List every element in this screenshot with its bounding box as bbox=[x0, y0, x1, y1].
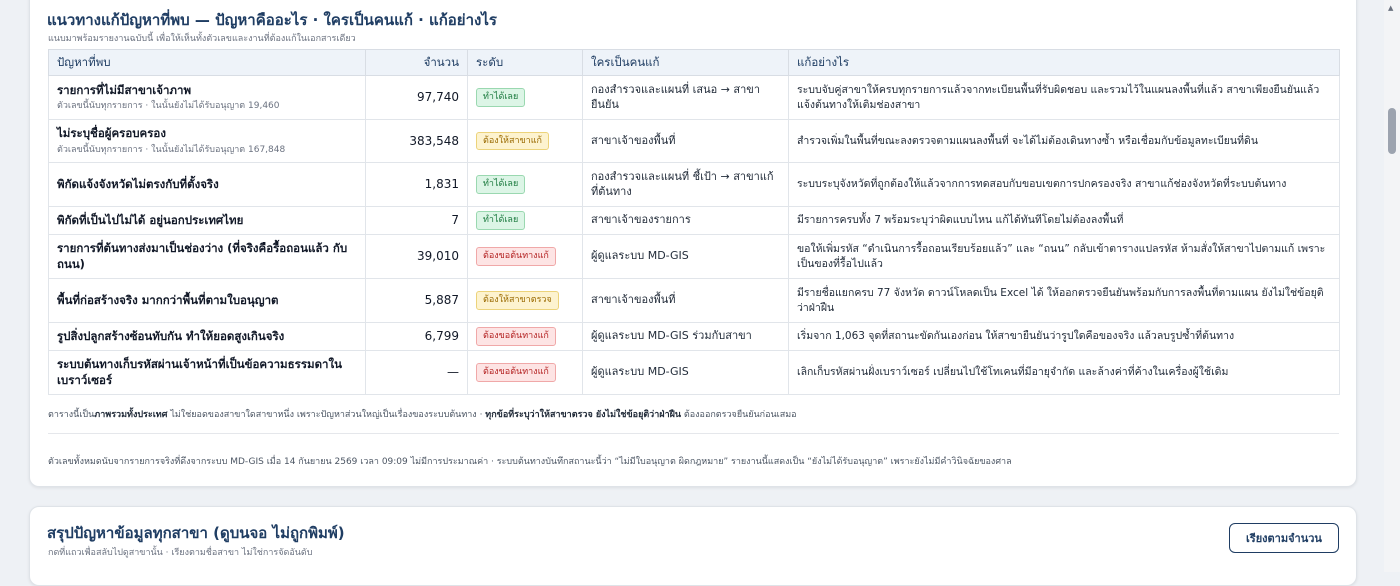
col-header-problem: ปัญหาที่พบ bbox=[48, 49, 366, 76]
problem-name: พิกัดแจ้งจังหวัดไม่ตรงกับที่ตั้งจริง bbox=[57, 176, 219, 191]
action-cell: ขอให้เพิ่มรหัส “ดำเนินการรื้อถอนเรียบร้อ… bbox=[788, 234, 1340, 279]
table-row: รายการที่ต้นทางส่งมาเป็นช่องว่าง (ที่จริ… bbox=[48, 234, 1340, 279]
problem-cell: รายการที่ต้นทางส่งมาเป็นช่องว่าง (ที่จริ… bbox=[48, 234, 366, 279]
action-cell: มีรายชื่อแยกครบ 77 จังหวัด ดาวน์โหลดเป็น… bbox=[788, 278, 1340, 323]
level-cell: ต้องให้สาขาตรวจ bbox=[467, 278, 583, 323]
problem-cell: พิกัดแจ้งจังหวัดไม่ตรงกับที่ตั้งจริง bbox=[48, 162, 366, 207]
problem-note: ตัวเลขนี้นับทุกรายการ · ในนั้นยังไม่ได้ร… bbox=[57, 144, 286, 155]
table-footnote: ตารางนี้เป็นภาพรวมทั้งประเทศ ไม่ใช่ยอดขอ… bbox=[48, 410, 797, 420]
action-cell: ระบบจับคู่สาขาให้ครบทุกรายการแล้วจากทะเบ… bbox=[788, 75, 1340, 120]
level-badge: ทำได้เลย bbox=[476, 88, 526, 107]
col-header-level: ระดับ bbox=[467, 49, 583, 76]
table-row: พื้นที่ก่อสร้างจริง มากกว่าพื้นที่ตามใบอ… bbox=[48, 278, 1340, 323]
page-scrollbar[interactable]: ▲ bbox=[1384, 0, 1400, 572]
problem-cell: ไม่ระบุชื่อผู้ครอบครองตัวเลขนี้นับทุกราย… bbox=[48, 119, 366, 163]
count-cell: 6,799 bbox=[365, 322, 468, 351]
col-header-who: ใครเป็นคนแก้ bbox=[582, 49, 789, 76]
problem-name: รูปสิ่งปลูกสร้างซ้อนทับกัน ทำให้ยอดสูงเก… bbox=[57, 328, 285, 343]
owner-cell: กองสำรวจและแผนที่ เสนอ → สาขายืนยัน bbox=[582, 75, 789, 120]
col-header-how: แก้อย่างไร bbox=[788, 49, 1340, 76]
sort-by-count-button[interactable]: เรียงตามจำนวน bbox=[1229, 523, 1339, 553]
action-cell: มีรายการครบทั้ง 7 พร้อมระบุว่าผิดแบบไหน … bbox=[788, 206, 1340, 235]
count-cell: 5,887 bbox=[365, 278, 468, 323]
source-note: ตัวเลขทั้งหมดนับจากรายการจริงที่ดึงจากระ… bbox=[48, 457, 1012, 467]
problem-name: ระบบต้นทางเก็บรหัสผ่านเจ้าหน้าที่เป็นข้อ… bbox=[57, 356, 342, 387]
level-badge: ต้องให้สาขาแก้ bbox=[476, 131, 549, 151]
count-cell: 39,010 bbox=[365, 234, 468, 279]
count-cell: — bbox=[365, 350, 468, 395]
scrollbar-thumb[interactable] bbox=[1388, 108, 1396, 154]
level-cell: ต้องขอต้นทางแก้ bbox=[467, 234, 583, 279]
count-cell: 383,548 bbox=[365, 119, 468, 163]
owner-cell: ผู้ดูแลระบบ MD-GIS bbox=[582, 350, 789, 395]
footnote-emphasis-verify: ทุกข้อที่ระบุว่าให้สาขาตรวจ ยังไม่ใช่ข้อ… bbox=[485, 410, 682, 420]
branch-summary-card: สรุปปัญหาข้อมูลทุกสาขา (ดูบนจอ ไม่ถูกพิม… bbox=[29, 506, 1357, 586]
table-row: พิกัดที่เป็นไปไม่ได้ อยู่นอกประเทศไทย 7 ทำ… bbox=[48, 206, 1340, 235]
owner-cell: สาขาเจ้าของรายการ bbox=[582, 206, 789, 235]
problem-cell: พื้นที่ก่อสร้างจริง มากกว่าพื้นที่ตามใบอ… bbox=[48, 278, 366, 323]
problem-name: รายการที่ต้นทางส่งมาเป็นช่องว่าง (ที่จริ… bbox=[57, 240, 348, 271]
problem-name: พิกัดที่เป็นไปไม่ได้ อยู่นอกประเทศไทย bbox=[57, 212, 244, 227]
level-badge: ทำได้เลย bbox=[476, 211, 526, 230]
problem-name: พื้นที่ก่อสร้างจริง มากกว่าพื้นที่ตามใบอ… bbox=[57, 292, 279, 307]
problem-name: ไม่ระบุชื่อผู้ครอบครอง bbox=[57, 126, 166, 141]
owner-cell: สาขาเจ้าของพื้นที่ bbox=[582, 278, 789, 323]
footnote-emphasis-scope: ภาพรวมทั้งประเทศ bbox=[94, 410, 168, 420]
level-cell: ต้องขอต้นทางแก้ bbox=[467, 350, 583, 395]
level-badge: ต้องขอต้นทางแก้ bbox=[476, 363, 556, 382]
level-cell: ต้องขอต้นทางแก้ bbox=[467, 322, 583, 351]
problem-cell: รูปสิ่งปลูกสร้างซ้อนทับกัน ทำให้ยอดสูงเก… bbox=[48, 322, 366, 351]
action-cell: ระบบระบุจังหวัดที่ถูกต้องให้แล้วจากการทด… bbox=[788, 162, 1340, 207]
level-cell: ต้องให้สาขาแก้ bbox=[467, 119, 583, 163]
table-header-row: ปัญหาที่พบ จำนวน ระดับ ใครเป็นคนแก้ แก้อ… bbox=[48, 49, 1340, 76]
level-badge: ต้องขอต้นทางแก้ bbox=[476, 327, 556, 346]
owner-cell: ผู้ดูแลระบบ MD-GIS bbox=[582, 234, 789, 279]
scroll-up-arrow-icon[interactable]: ▲ bbox=[1388, 4, 1393, 12]
problem-note: ตัวเลขนี้นับทุกรายการ · ในนั้นยังไม่ได้ร… bbox=[57, 101, 280, 112]
owner-cell: สาขาเจ้าของพื้นที่ bbox=[582, 119, 789, 163]
problem-name: รายการที่ไม่มีสาขาเจ้าภาพ bbox=[57, 82, 192, 97]
owner-cell: กองสำรวจและแผนที่ ชี้เป้า → สาขาแก้ที่ต้… bbox=[582, 162, 789, 207]
issues-table: ปัญหาที่พบ จำนวน ระดับ ใครเป็นคนแก้ แก้อ… bbox=[48, 49, 1340, 395]
section-subtitle: แนบมาพร้อมรายงานฉบับนี้ เพื่อให้เห็นทั้ง… bbox=[48, 34, 356, 44]
level-badge: ต้องให้สาขาตรวจ bbox=[476, 291, 559, 310]
table-row: ระบบต้นทางเก็บรหัสผ่านเจ้าหน้าที่เป็นข้อ… bbox=[48, 350, 1340, 395]
table-row: ไม่ระบุชื่อผู้ครอบครองตัวเลขนี้นับทุกราย… bbox=[48, 119, 1340, 163]
col-header-count: จำนวน bbox=[365, 49, 468, 76]
divider bbox=[48, 433, 1339, 434]
owner-cell: ผู้ดูแลระบบ MD-GIS ร่วมกับสาขา bbox=[582, 322, 789, 351]
section-title: แนวทางแก้ปัญหาที่พบ — ปัญหาคืออะไร · ใคร… bbox=[47, 11, 497, 29]
problem-cell: ระบบต้นทางเก็บรหัสผ่านเจ้าหน้าที่เป็นข้อ… bbox=[48, 350, 366, 395]
problem-cell: พิกัดที่เป็นไปไม่ได้ อยู่นอกประเทศไทย bbox=[48, 206, 366, 235]
action-cell: เริ่มจาก 1,063 จุดที่สถานะขัดกันเองก่อน … bbox=[788, 322, 1340, 351]
level-cell: ทำได้เลย bbox=[467, 162, 583, 207]
table-row: รายการที่ไม่มีสาขาเจ้าภาพตัวเลขนี้นับทุก… bbox=[48, 75, 1340, 120]
summary-subtitle: กดที่แถวเพื่อสลับไปดูสาขานั้น · เรียงตาม… bbox=[48, 548, 313, 558]
problem-cell: รายการที่ไม่มีสาขาเจ้าภาพตัวเลขนี้นับทุก… bbox=[48, 75, 366, 120]
count-cell: 97,740 bbox=[365, 75, 468, 120]
level-badge: ต้องขอต้นทางแก้ bbox=[476, 247, 556, 266]
table-row: รูปสิ่งปลูกสร้างซ้อนทับกัน ทำให้ยอดสูงเก… bbox=[48, 322, 1340, 351]
level-badge: ทำได้เลย bbox=[476, 175, 526, 194]
table-row: พิกัดแจ้งจังหวัดไม่ตรงกับที่ตั้งจริง 1,83… bbox=[48, 162, 1340, 207]
level-cell: ทำได้เลย bbox=[467, 206, 583, 235]
action-cell: เลิกเก็บรหัสผ่านฝั่งเบราว์เซอร์ เปลี่ยนไ… bbox=[788, 350, 1340, 395]
summary-title: สรุปปัญหาข้อมูลทุกสาขา (ดูบนจอ ไม่ถูกพิม… bbox=[47, 524, 345, 542]
action-cell: สำรวจเพิ่มในพื้นที่ขณะลงตรวจตามแผนลงพื้น… bbox=[788, 119, 1340, 163]
count-cell: 1,831 bbox=[365, 162, 468, 207]
count-cell: 7 bbox=[365, 206, 468, 235]
solutions-card: แนวทางแก้ปัญหาที่พบ — ปัญหาคืออะไร · ใคร… bbox=[29, 0, 1357, 487]
level-cell: ทำได้เลย bbox=[467, 75, 583, 120]
